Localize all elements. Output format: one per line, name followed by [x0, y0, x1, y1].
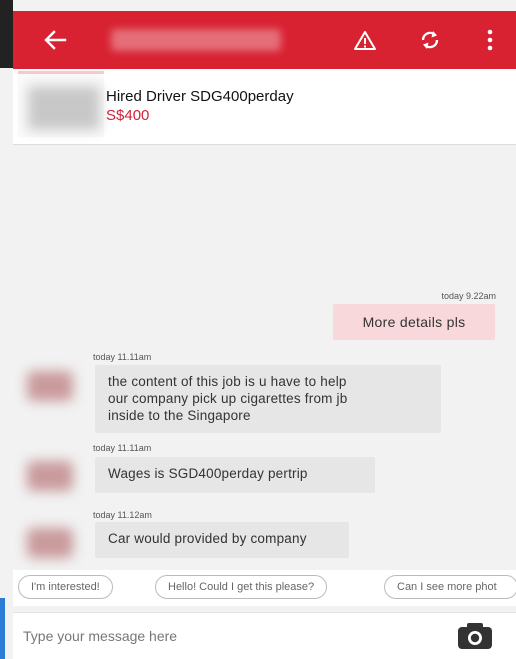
avatar[interactable] [27, 528, 73, 558]
listing-thumbnail-image [28, 86, 100, 130]
quick-replies: I'm interested! Hello! Could I get this … [13, 570, 516, 606]
message-timestamp: today 9.22am [441, 291, 496, 301]
avatar[interactable] [27, 371, 73, 401]
listing-title: Hired Driver SDG400perday [106, 88, 294, 105]
message-line: the content of this job is u have to hel… [108, 374, 347, 389]
quick-reply-chip[interactable]: I'm interested! [18, 575, 113, 599]
listing-header[interactable]: Hired Driver SDG400perday S$400 [13, 69, 516, 145]
quick-reply-chip[interactable]: Hello! Could I get this please? [155, 575, 328, 599]
left-edge-blue [0, 598, 5, 659]
message-composer [13, 612, 516, 659]
camera-icon[interactable] [456, 621, 494, 651]
message-timestamp: today 11.12am [93, 510, 152, 520]
conversation-title-redacted [111, 29, 281, 51]
message-input[interactable] [23, 623, 443, 649]
app-bar [13, 11, 516, 69]
message-line: our company pick up cigarettes from jb [108, 391, 348, 406]
chat-thread: today 9.22am More details pls today 11.1… [13, 146, 516, 566]
listing-price: S$400 [106, 107, 150, 124]
quick-reply-chip[interactable]: Can I see more phot [384, 575, 516, 599]
warning-icon[interactable] [350, 25, 380, 55]
outgoing-message: More details pls [333, 304, 495, 340]
listing-thumbnail [18, 71, 104, 137]
back-arrow-icon[interactable] [41, 25, 69, 55]
incoming-message: Car would provided by company [95, 522, 349, 558]
incoming-message: Wages is SGD400perday pertrip [95, 457, 375, 493]
more-vert-icon[interactable] [475, 25, 505, 55]
incoming-message: the content of this job is u have to hel… [95, 365, 441, 433]
avatar[interactable] [27, 461, 73, 491]
message-line: inside to the Singapore [108, 408, 251, 423]
message-timestamp: today 11.11am [93, 443, 152, 453]
sync-icon[interactable] [415, 25, 445, 55]
left-edge-dark [0, 0, 13, 68]
message-timestamp: today 11.11am [93, 352, 152, 362]
